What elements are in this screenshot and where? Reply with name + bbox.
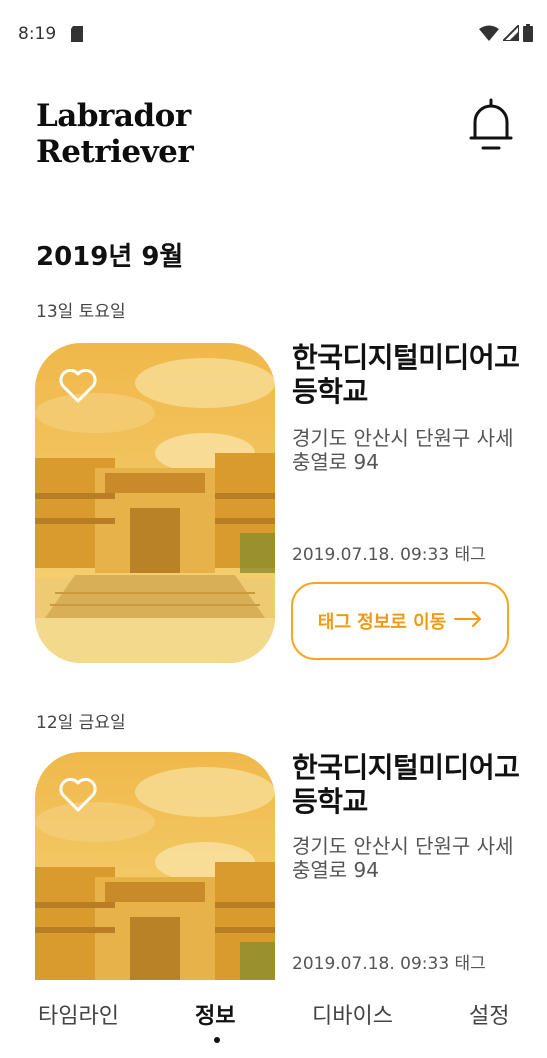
go-to-tag-info-button[interactable]: 태그 정보로 이동: [291, 582, 509, 660]
nav-timeline[interactable]: 타임라인: [38, 998, 119, 1030]
go-to-tag-info-label: 태그 정보로 이동: [317, 612, 447, 633]
month-heading: 2019년 9월: [36, 242, 184, 272]
heart-icon[interactable]: [59, 778, 97, 812]
arrow-right-icon: [454, 610, 482, 632]
wifi-icon: [479, 25, 499, 45]
location-address: 경기도 안산시 단원구 사세충열로 94: [292, 834, 514, 882]
tag-timestamp: 2019.07.18. 09:33 태그: [292, 954, 486, 974]
signal-icon: [500, 22, 520, 45]
location-address: 경기도 안산시 단원구 사세충열로 94: [292, 426, 514, 474]
location-name: 한국디지털미디어고등학교: [292, 341, 520, 408]
bell-icon[interactable]: [469, 98, 513, 156]
app-title: Labrador Retriever: [36, 98, 194, 170]
system-icons: [479, 22, 533, 46]
nav-devices[interactable]: 디바이스: [312, 998, 393, 1030]
nav-settings[interactable]: 설정: [469, 998, 509, 1030]
location-name: 한국디지털미디어고등학교: [292, 751, 520, 818]
day-label: 13일 토요일: [36, 302, 126, 322]
location-photo[interactable]: [35, 752, 275, 980]
status-time: 8:19: [18, 24, 57, 44]
day-label: 12일 금요일: [36, 713, 126, 733]
nav-info[interactable]: 정보: [195, 998, 235, 1030]
location-photo[interactable]: [35, 343, 275, 663]
active-indicator: [214, 1037, 220, 1043]
battery-icon: [523, 24, 533, 46]
heart-icon[interactable]: [59, 369, 97, 403]
status-bar: 8:19: [0, 0, 547, 66]
sd-card-icon: [70, 26, 84, 46]
tag-timestamp: 2019.07.18. 09:33 태그: [292, 545, 486, 565]
bottom-navigation: 타임라인 정보 디바이스 설정: [0, 980, 547, 1058]
